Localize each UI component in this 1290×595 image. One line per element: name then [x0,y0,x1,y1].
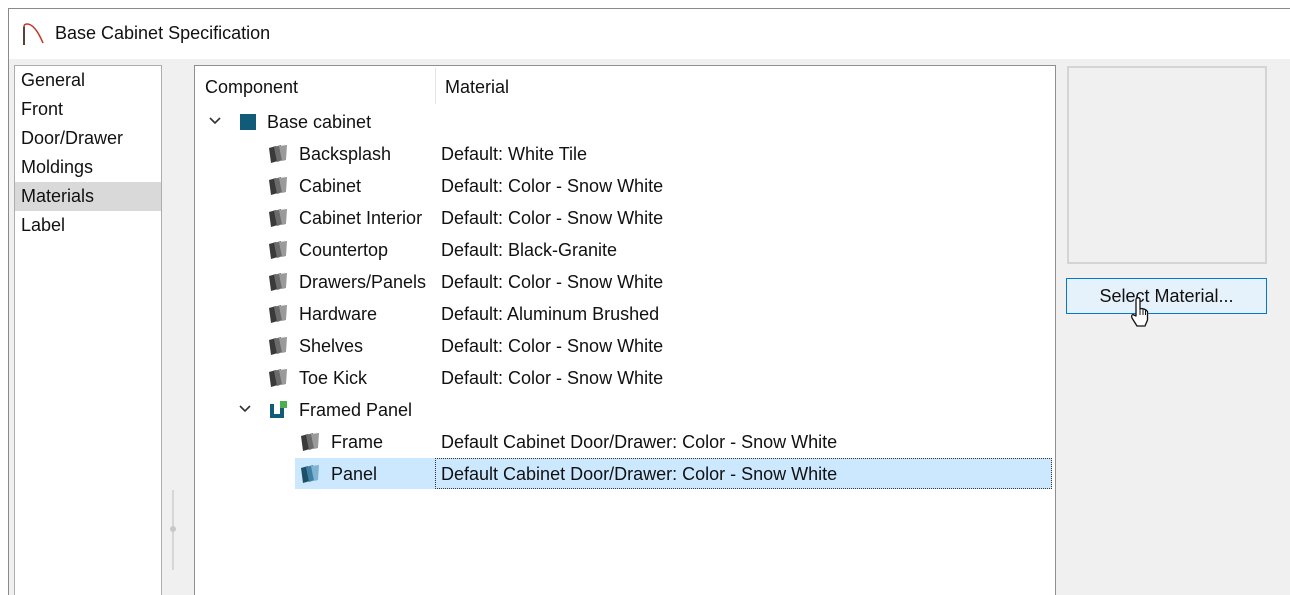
sidebar-item-moldings[interactable]: Moldings [15,153,161,182]
tree-row[interactable]: Hardware Default: Aluminum Brushed [195,298,1055,330]
material-preview [1067,66,1267,264]
sidebar-item-label: Door/Drawer [21,128,124,148]
material-value: Default: Color - Snow White [441,336,664,356]
material-value: Default Cabinet Door/Drawer: Color - Sno… [441,464,838,484]
base-cabinet-icon [237,111,259,133]
column-header-component[interactable]: Component [205,66,298,106]
material-swatch-icon [267,143,289,165]
sidebar-item-label: Moldings [21,157,94,177]
component-label: Frame [331,432,384,452]
component-label: Backsplash [299,144,392,164]
sidebar-item-label: General [21,70,86,90]
sidebar-item-general[interactable]: General [15,66,161,95]
material-swatch-icon [267,303,289,325]
tree-row[interactable]: Countertop Default: Black-Granite [195,234,1055,266]
material-value: Default: Black-Granite [441,240,618,260]
title-bar: Base Cabinet Specification [9,9,1290,59]
component-label: Toe Kick [299,368,368,388]
tree-row[interactable]: Cabinet Default: Color - Snow White [195,170,1055,202]
material-value: Default: Color - Snow White [441,208,664,228]
tree-row[interactable]: Base cabinet [195,106,1055,138]
material-swatch-icon [267,175,289,197]
app-arch-icon [23,23,44,45]
component-label: Panel [331,464,378,484]
sidebar-item-label: Materials [21,186,95,206]
column-header-material[interactable]: Material [445,66,509,106]
component-label: Shelves [299,336,364,356]
window-title: Base Cabinet Specification [55,23,271,43]
sidebar-item-door-drawer[interactable]: Door/Drawer [15,124,161,153]
tree-row[interactable]: Toe Kick Default: Color - Snow White [195,362,1055,394]
sidebar-item-label: Front [21,99,64,119]
tree-row[interactable]: Framed Panel [195,394,1055,426]
sidebar-item-label[interactable]: Label [15,211,161,240]
tree-row[interactable]: Drawers/Panels Default: Color - Snow Whit… [195,266,1055,298]
component-tree[interactable]: Component Material Base cabinet Backsplas… [194,65,1056,595]
splitter-handle[interactable] [170,490,176,570]
material-swatch-icon [267,239,289,261]
sidebar-item-label: Label [21,215,66,235]
component-label: Countertop [299,240,389,260]
column-divider[interactable] [435,68,436,104]
material-swatch-icon [299,463,321,485]
framed-panel-icon [267,399,289,421]
select-material-button[interactable]: Select Material... [1066,278,1267,314]
material-value: Default: Color - Snow White [441,176,664,196]
material-swatch-icon [267,367,289,389]
component-label: Drawers/Panels [299,272,427,292]
component-label: Base cabinet [267,112,372,132]
tree-row[interactable]: Frame Default Cabinet Door/Drawer: Color … [195,426,1055,458]
tree-header: Component Material [195,66,1055,106]
material-swatch-icon [299,431,321,453]
component-label: Cabinet [299,176,362,196]
tree-row[interactable]: Shelves Default: Color - Snow White [195,330,1055,362]
chevron-down-icon[interactable] [237,400,253,416]
tree-row[interactable]: Cabinet Interior Default: Color - Snow Wh… [195,202,1055,234]
tree-row[interactable]: Panel Default Cabinet Door/Drawer: Color … [195,458,1055,490]
tree-row[interactable]: Backsplash Default: White Tile [195,138,1055,170]
component-label: Hardware [299,304,378,324]
category-list: General Front Door/Drawer Moldings Mater… [14,65,162,595]
splitter-grip [170,526,176,532]
material-value: Default: Aluminum Brushed [441,304,660,324]
material-swatch-icon [267,207,289,229]
component-label: Cabinet Interior [299,208,423,228]
material-swatch-icon [267,271,289,293]
chevron-down-icon[interactable] [207,112,223,128]
material-swatch-icon [267,335,289,357]
sidebar-item-front[interactable]: Front [15,95,161,124]
material-value: Default: Color - Snow White [441,272,664,292]
material-value: Default Cabinet Door/Drawer: Color - Sno… [441,432,838,452]
material-value: Default: Color - Snow White [441,368,664,388]
material-value: Default: White Tile [441,144,588,164]
sidebar-item-materials[interactable]: Materials [15,182,161,211]
component-label: Framed Panel [299,400,413,420]
